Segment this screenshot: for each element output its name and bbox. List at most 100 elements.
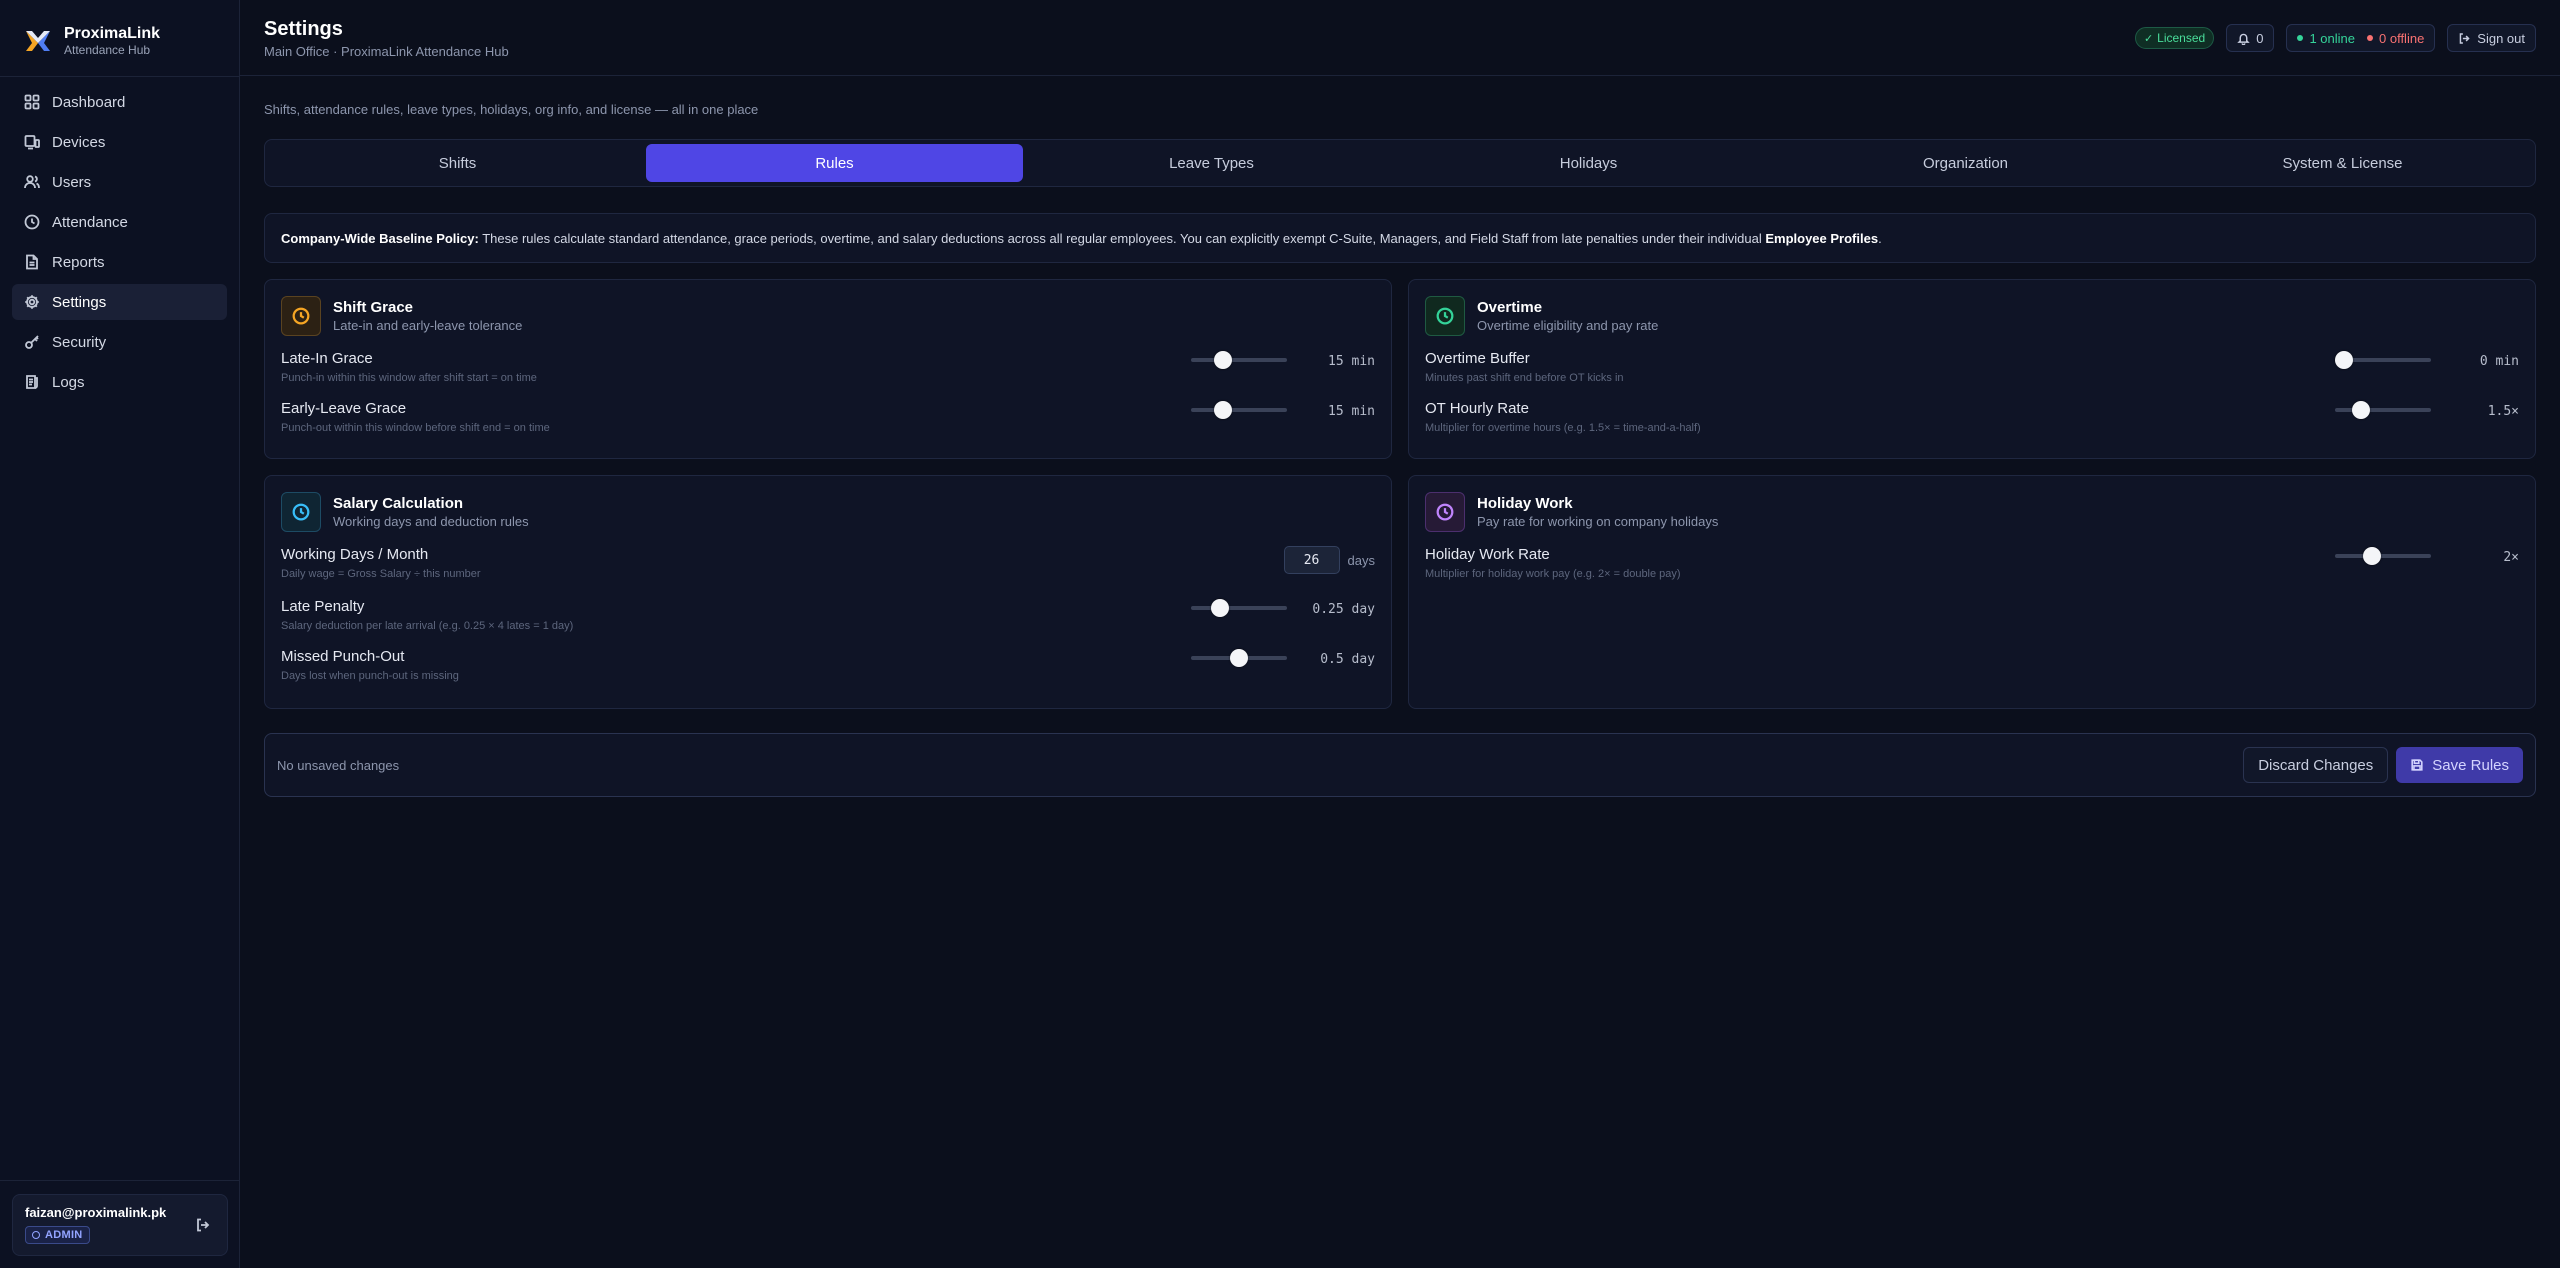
early-leave-grace-slider[interactable] <box>1191 401 1287 419</box>
sidebar-item-label: Users <box>52 173 92 191</box>
sidebar-item-dashboard[interactable]: Dashboard <box>12 84 227 120</box>
sidebar-item-settings[interactable]: Settings <box>12 284 227 320</box>
rules-grid: Shift Grace Late-in and early-leave tole… <box>264 279 2536 709</box>
working-days-row: Working Days / Month Daily wage = Gross … <box>281 546 1375 598</box>
holiday-work-rate-row: Holiday Work Rate Multiplier for holiday… <box>1425 546 2519 596</box>
license-badge: ✓ Licensed <box>2134 27 2215 49</box>
save-rules-button[interactable]: Save Rules <box>2396 747 2523 783</box>
sidebar-item-label: Logs <box>52 373 85 391</box>
row-value: 0.25 day <box>1312 602 1375 617</box>
late-penalty-slider[interactable] <box>1191 599 1287 617</box>
logout-icon <box>197 1218 210 1232</box>
tab-leave-types[interactable]: Leave Types <box>1023 144 1400 182</box>
online-dot-icon <box>2297 35 2304 41</box>
policy-text: These rules calculate standard attendanc… <box>478 230 1766 246</box>
sidebar-item-label: Attendance <box>52 213 128 231</box>
gear-icon <box>25 295 39 309</box>
sign-out-label: Sign out <box>2477 30 2525 46</box>
bell-icon <box>2237 33 2250 45</box>
late-in-grace-slider[interactable] <box>1191 351 1287 369</box>
role-badge: ADMIN <box>25 1226 90 1244</box>
missed-punch-out-slider[interactable] <box>1191 649 1287 667</box>
early-leave-grace-row: Early-Leave Grace Punch-out within this … <box>281 400 1375 450</box>
save-rules-label: Save Rules <box>2432 756 2509 774</box>
salary-calculation-card: Salary Calculation Working days and dedu… <box>264 475 1392 709</box>
shield-icon <box>32 1231 40 1239</box>
row-value: 0.5 day <box>1320 652 1375 667</box>
policy-lead: Company-Wide Baseline Policy: <box>281 230 479 246</box>
slider-thumb[interactable] <box>1230 649 1248 667</box>
logout-icon <box>2460 32 2470 44</box>
license-label: Licensed <box>2157 31 2206 45</box>
brand-name: ProximaLink <box>64 25 161 42</box>
row-help: Minutes past shift end before OT kicks i… <box>1425 372 1624 384</box>
card-title: Holiday Work <box>1477 494 1573 512</box>
offline-count: 0 offline <box>2379 30 2425 46</box>
slider-thumb[interactable] <box>2363 547 2382 565</box>
discard-changes-button[interactable]: Discard Changes <box>2243 747 2389 783</box>
card-title: Shift Grace <box>333 298 414 316</box>
employee-profiles-link[interactable]: Employee Profiles <box>1765 231 1878 246</box>
row-help: Daily wage = Gross Salary ÷ this number <box>281 568 481 580</box>
unsaved-status: No unsaved changes <box>277 757 400 773</box>
overtime-card: Overtime Overtime eligibility and pay ra… <box>1408 279 2536 459</box>
notification-count: 0 <box>2256 30 2264 46</box>
policy-banner: Company-Wide Baseline Policy: These rule… <box>264 213 2536 263</box>
slider-thumb[interactable] <box>2335 351 2353 369</box>
slider-thumb[interactable] <box>1210 599 1229 617</box>
device-icon <box>24 135 40 150</box>
key-icon <box>25 335 39 349</box>
sidebar-item-label: Devices <box>52 133 106 151</box>
row-value: 1.5× <box>2487 404 2519 419</box>
card-subtitle: Overtime eligibility and pay rate <box>1477 317 1659 333</box>
clock-icon <box>1425 296 1465 336</box>
row-help: Punch-out within this window before shif… <box>281 422 550 434</box>
page-title: Settings <box>264 18 343 40</box>
tab-system-license[interactable]: System & License <box>2154 144 2531 182</box>
row-value: 15 min <box>1328 354 1375 369</box>
sidebar-item-users[interactable]: Users <box>12 164 227 200</box>
card-title: Salary Calculation <box>333 494 464 512</box>
save-bar: No unsaved changes Discard Changes Save … <box>264 733 2536 797</box>
logout-button[interactable] <box>195 1217 213 1235</box>
tab-rules[interactable]: Rules <box>646 144 1023 182</box>
header-actions: ✓ Licensed 0 1 online 0 offline Sign out <box>2134 24 2536 52</box>
proximalink-logo-icon <box>26 31 50 51</box>
card-subtitle: Late-in and early-leave tolerance <box>333 317 523 333</box>
sidebar-item-label: Security <box>52 333 107 351</box>
row-help: Days lost when punch-out is missing <box>281 670 459 682</box>
ot-hourly-rate-slider[interactable] <box>2335 401 2431 419</box>
overtime-buffer-slider[interactable] <box>2335 351 2431 369</box>
sidebar-item-reports[interactable]: Reports <box>12 244 227 280</box>
sidebar-item-devices[interactable]: Devices <box>12 124 227 160</box>
working-days-control: days <box>1283 546 1375 574</box>
tab-holidays[interactable]: Holidays <box>1400 144 1777 182</box>
row-value: 0 min <box>2479 354 2519 369</box>
sidebar-item-security[interactable]: Security <box>12 324 227 360</box>
sidebar: ProximaLink Attendance Hub Dashboard Dev… <box>0 0 240 1268</box>
working-days-input[interactable] <box>1283 546 1340 574</box>
page-subtitle: Main Office · ProximaLink Attendance Hub <box>264 44 509 59</box>
row-help: Salary deduction per late arrival (e.g. … <box>281 620 574 632</box>
row-help: Multiplier for holiday work pay (e.g. 2×… <box>1425 568 1681 580</box>
sidebar-item-label: Dashboard <box>52 93 126 111</box>
device-status[interactable]: 1 online 0 offline <box>2286 24 2436 52</box>
sidebar-item-logs[interactable]: Logs <box>12 364 227 400</box>
sidebar-item-label: Reports <box>52 253 105 271</box>
notifications-button[interactable]: 0 <box>2226 24 2275 52</box>
user-card: faizan@proximalink.pk ADMIN <box>12 1194 228 1256</box>
tab-shifts[interactable]: Shifts <box>269 144 646 182</box>
card-title: Overtime <box>1477 298 1543 316</box>
sign-out-button[interactable]: Sign out <box>2447 24 2536 52</box>
settings-tabs: Shifts Rules Leave Types Holidays Organi… <box>264 139 2536 187</box>
late-penalty-row: Late Penalty Salary deduction per late a… <box>281 598 1375 648</box>
policy-tail: . <box>1878 230 1882 246</box>
holiday-work-rate-slider[interactable] <box>2335 547 2431 565</box>
brand[interactable]: ProximaLink Attendance Hub <box>0 0 239 60</box>
tab-organization[interactable]: Organization <box>1777 144 2154 182</box>
user-email: faizan@proximalink.pk <box>25 1205 167 1220</box>
sidebar-item-label: Settings <box>52 293 107 311</box>
sidebar-item-attendance[interactable]: Attendance <box>12 204 227 240</box>
logs-icon <box>26 375 38 389</box>
top-header: Settings Main Office · ProximaLink Atten… <box>240 0 2560 76</box>
